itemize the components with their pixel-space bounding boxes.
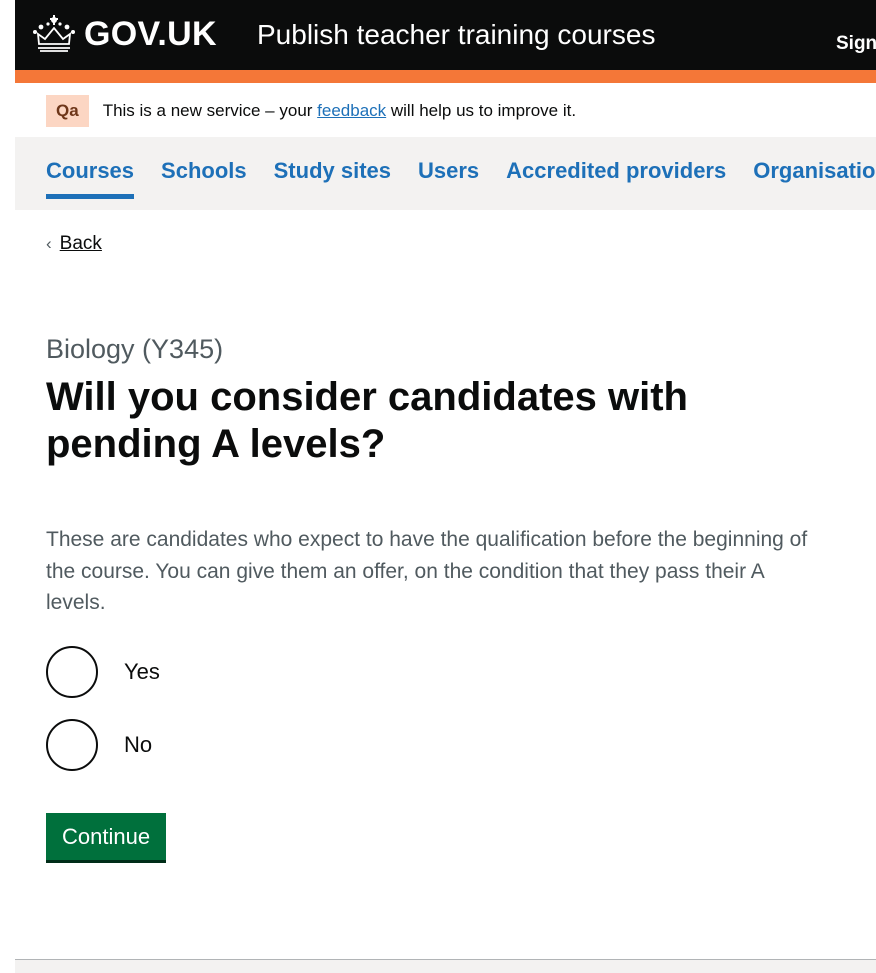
back-link-label: Back (59, 233, 102, 254)
phase-tag: Qa (46, 94, 89, 128)
nav-item-schools[interactable]: Schools (161, 158, 247, 196)
phase-text-after: will help us to improve it. (386, 101, 577, 120)
govuk-logo-link[interactable]: GOV.UK (32, 14, 217, 54)
primary-navigation: Courses Schools Study sites Users Accred… (15, 137, 876, 210)
feedback-link[interactable]: feedback (317, 101, 386, 120)
radio-button-yes[interactable] (46, 646, 98, 698)
nav-item-study-sites[interactable]: Study sites (274, 158, 391, 196)
page: GOV.UK Publish teacher training courses … (0, 0, 876, 973)
radio-group: Yes No (46, 646, 160, 792)
page-title: Will you consider candidates with pendin… (46, 375, 688, 467)
page-caption: Biology (Y345) (46, 334, 224, 364)
radio-option-no[interactable]: No (46, 719, 160, 771)
radio-button-no[interactable] (46, 719, 98, 771)
radio-label-no[interactable]: No (124, 732, 152, 758)
govuk-logo-text: GOV.UK (84, 15, 217, 53)
continue-button[interactable]: Continue (46, 813, 167, 860)
nav-item-organisation-details[interactable]: Organisation details (753, 158, 876, 196)
radio-label-yes[interactable]: Yes (124, 659, 160, 685)
back-link[interactable]: ‹ Back (46, 233, 102, 255)
phase-banner-text: This is a new service – your feedback wi… (103, 101, 576, 121)
nav-list: Courses Schools Study sites Users Accred… (46, 158, 876, 199)
signout-link[interactable]: Sign out (836, 33, 876, 55)
service-name-link[interactable]: Publish teacher training courses (257, 21, 655, 49)
radio-option-yes[interactable]: Yes (46, 646, 160, 698)
phase-banner: Qa This is a new service – your feedback… (46, 94, 576, 128)
crown-icon (33, 15, 75, 52)
nav-item-users[interactable]: Users (418, 158, 479, 196)
chevron-left-icon: ‹ (46, 234, 52, 253)
footer (15, 960, 876, 973)
question-hint: These are candidates who expect to have … (46, 528, 808, 614)
nav-item-accredited-providers[interactable]: Accredited providers (506, 158, 726, 196)
phase-text-before: This is a new service – your (102, 101, 318, 120)
header-accent-bar (15, 70, 876, 83)
nav-item-courses[interactable]: Courses (46, 158, 135, 199)
